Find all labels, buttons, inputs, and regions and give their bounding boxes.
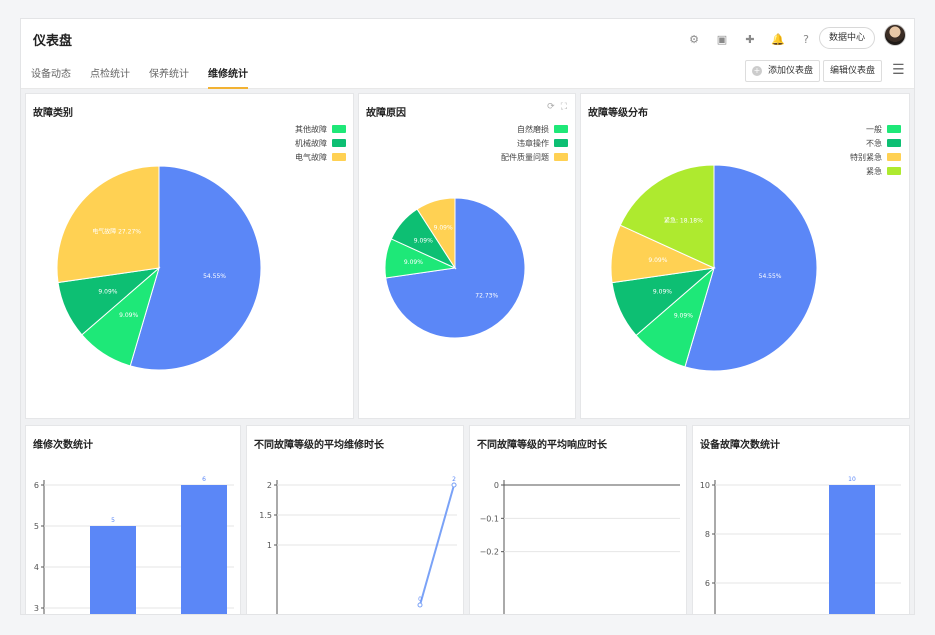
pie-slice-label: 54.55% — [759, 273, 782, 280]
legend-label: 紧急 — [866, 166, 882, 176]
avg-response-duration-line-chart: 0 −0.1 −0.2 — [480, 480, 680, 614]
fault-level-card: 故障等级分布 一般 不急 特别紧急 紧急 54.55% 9.09% 9.09% 9.09% 紧急… — [580, 93, 910, 419]
legend-label: 违章操作 — [517, 138, 549, 148]
legend-swatch — [554, 125, 568, 133]
avg-response-duration-card: 不同故障等级的平均响应时长 0 −0.1 −0.2 — [469, 425, 687, 614]
dashboard-app: 仪表盘 ⚙ ▣ ✚ 🔔 ? 数据中心 设备动态 点检统计 保养统计 维修统计 +… — [20, 18, 915, 615]
edit-dashboard-button[interactable]: 编辑仪表盘 — [822, 60, 882, 82]
pie-slice-label: 54.55% — [203, 273, 226, 280]
pie-slice-label: 72.73% — [475, 293, 498, 300]
point-value-label: 0 — [418, 596, 422, 603]
repair-count-card: 维修次数统计 654356 — [25, 425, 241, 614]
pie-slice-label: 9.09% — [98, 288, 117, 295]
pie-slice-label: 9.09% — [404, 259, 423, 266]
y-tick-label: 8 — [705, 530, 710, 539]
legend-swatch — [887, 139, 901, 147]
legend-swatch — [554, 139, 568, 147]
legend-swatch — [554, 153, 568, 161]
legend-label: 其他故障 — [295, 124, 327, 134]
legend-label: 不急 — [866, 138, 882, 148]
y-tick-label: 6 — [34, 481, 39, 490]
data-point — [417, 602, 423, 608]
legend-swatch — [332, 139, 346, 147]
avg-repair-duration-card: 不同故障等级的平均维修时长 2 1.5 1 0 2 — [246, 425, 464, 614]
fault-category-pie-chart: 其他故障机械故障电气故障 54.55% 9.09% 9.09% 电气故障 27.27% — [56, 124, 346, 371]
puzzle-icon[interactable]: ✚ — [736, 29, 764, 49]
bar — [829, 485, 875, 614]
bar-value-label: 6 — [202, 476, 206, 483]
y-tick-label: 0 — [494, 481, 499, 490]
legend-label: 电气故障 — [295, 152, 327, 162]
avatar[interactable] — [884, 24, 906, 46]
avg-repair-duration-line-chart: 2 1.5 1 0 2 — [259, 476, 457, 614]
legend-swatch — [887, 125, 901, 133]
page-title: 仪表盘 — [33, 34, 73, 49]
bell-icon[interactable]: 🔔 — [764, 29, 792, 49]
data-point — [451, 482, 457, 488]
pie-slice-label: 紧急: 18.18% — [664, 216, 703, 224]
y-tick-label: 10 — [700, 481, 710, 490]
legend-label: 配件质量问题 — [501, 152, 549, 162]
point-value-label: 2 — [452, 476, 456, 483]
pie-slice-label: 9.09% — [119, 312, 138, 319]
pie-slice-label: 9.09% — [653, 289, 672, 296]
y-tick-label: −0.2 — [480, 548, 499, 557]
legend-label: 一般 — [866, 124, 882, 134]
device-fault-count-bar-chart: 1086410 — [700, 476, 901, 614]
data-center-button[interactable]: 数据中心 — [818, 27, 875, 49]
y-tick-label: 2 — [267, 481, 272, 490]
plus-icon: + — [751, 66, 762, 76]
pie-slice-label: 9.09% — [648, 257, 667, 264]
add-dashboard-button[interactable]: + 添加仪表盘 — [744, 60, 820, 82]
book-icon[interactable]: ▣ — [708, 29, 736, 49]
pie-slice — [56, 165, 160, 284]
y-tick-label: 1 — [267, 541, 272, 550]
tab-device-dynamics[interactable]: 设备动态 — [31, 65, 71, 89]
tab-inspection-stats[interactable]: 点检统计 — [90, 65, 130, 89]
bar — [181, 485, 227, 614]
device-fault-count-card: 设备故障次数统计 1086410 — [692, 425, 910, 614]
legend-label: 特别紧急 — [850, 152, 882, 162]
y-tick-label: 6 — [705, 579, 710, 588]
help-icon[interactable]: ? — [792, 29, 820, 49]
y-tick-label: −0.1 — [480, 514, 499, 523]
legend-swatch — [332, 125, 346, 133]
legend-label: 自然磨损 — [517, 124, 549, 134]
legend-label: 机械故障 — [295, 138, 327, 148]
pie-slice-label: 9.09% — [674, 313, 693, 320]
legend-swatch — [332, 153, 346, 161]
top-header: 仪表盘 ⚙ ▣ ✚ 🔔 ? 数据中心 设备动态 点检统计 保养统计 维修统计 +… — [21, 19, 914, 89]
tab-repair-stats[interactable]: 维修统计 — [208, 65, 248, 89]
bar-value-label: 5 — [111, 517, 115, 524]
y-tick-label: 4 — [34, 563, 39, 572]
bar-value-label: 10 — [848, 476, 856, 483]
fault-category-card: 故障类别 其他故障 机械故障 电气故障 54.55% 9.09% 9.09% 电气故障 27… — [25, 93, 354, 419]
pie-slice-label: 9.09% — [414, 237, 433, 244]
menu-icon[interactable]: ☰ — [892, 63, 906, 77]
repair-count-bar-chart: 6 5 4 3 5 6 — [34, 476, 234, 614]
gear-icon[interactable]: ⚙ — [680, 29, 708, 49]
tab-bar: 设备动态 点检统计 保养统计 维修统计 — [31, 65, 267, 89]
header-icons: ⚙ ▣ ✚ 🔔 ? — [680, 29, 820, 49]
add-dashboard-label: 添加仪表盘 — [767, 66, 813, 76]
y-tick-label: 3 — [34, 604, 39, 613]
fault-cause-card: 故障原因 ⟳ ⛶ 自然磨损 违章操作 配件质量问题 72.73% 9.09% 9.09% 9… — [358, 93, 576, 419]
bar — [90, 526, 136, 614]
pie-slice-label: 9.09% — [434, 225, 453, 232]
y-tick-label: 5 — [34, 522, 39, 531]
pie-slice-label: 电气故障 27.27% — [92, 227, 141, 235]
tab-maintenance-stats[interactable]: 保养统计 — [149, 65, 189, 89]
y-tick-label: 1.5 — [259, 511, 272, 520]
legend-swatch — [887, 167, 901, 175]
legend-swatch — [887, 153, 901, 161]
fault-level-pie-chart: 一般不急特别紧急紧急 54.55% 9.09% 9.09% 9.09% 紧急: 18.18… — [610, 124, 901, 372]
fault-cause-pie-chart: 自然磨损违章操作配件质量问题72.73%9.09%9.09%9.09% — [384, 124, 568, 339]
